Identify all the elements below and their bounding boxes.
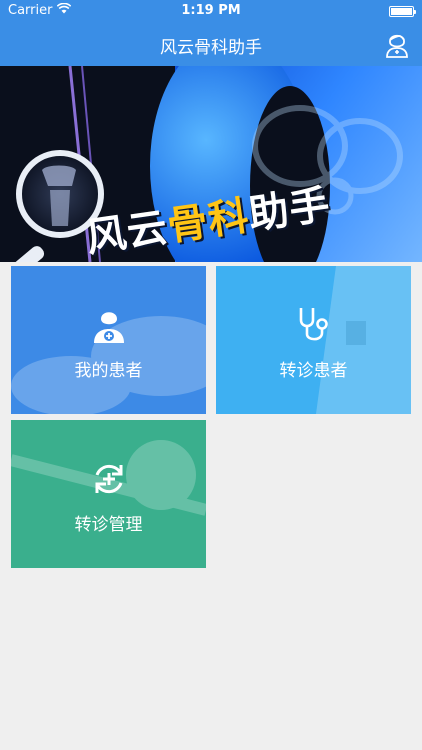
referral-management-label: 转诊管理 <box>74 515 143 535</box>
doctor-profile-icon <box>386 34 408 58</box>
battery-icon <box>389 6 416 17</box>
hero-banner[interactable]: 风云骨科助手 <box>0 66 422 262</box>
status-bar: Carrier 1:19 PM <box>0 0 422 22</box>
page-title: 风云骨科助手 <box>160 38 262 58</box>
profile-button[interactable] <box>382 29 412 59</box>
my-patients-tile[interactable]: 我的患者 <box>11 266 206 414</box>
banner-headline-part1: 风云 <box>83 204 171 262</box>
clock: 1:19 PM <box>181 3 241 18</box>
my-patients-label: 我的患者 <box>74 361 143 381</box>
banner-headline-part2: 骨科 <box>164 193 253 251</box>
referral-patients-tile[interactable]: 转诊患者 <box>216 266 411 414</box>
nav-bar: 风云骨科助手 <box>0 22 422 66</box>
stethoscope-icon <box>299 308 328 341</box>
referral-patients-label: 转诊患者 <box>279 361 348 381</box>
magnifier-handle <box>3 243 47 262</box>
banner-headline-part3: 助手 <box>245 181 334 239</box>
referral-management-tile[interactable]: 转诊管理 <box>11 420 206 568</box>
refresh-plus-icon <box>95 464 122 494</box>
doctor-plus-icon <box>93 312 124 343</box>
